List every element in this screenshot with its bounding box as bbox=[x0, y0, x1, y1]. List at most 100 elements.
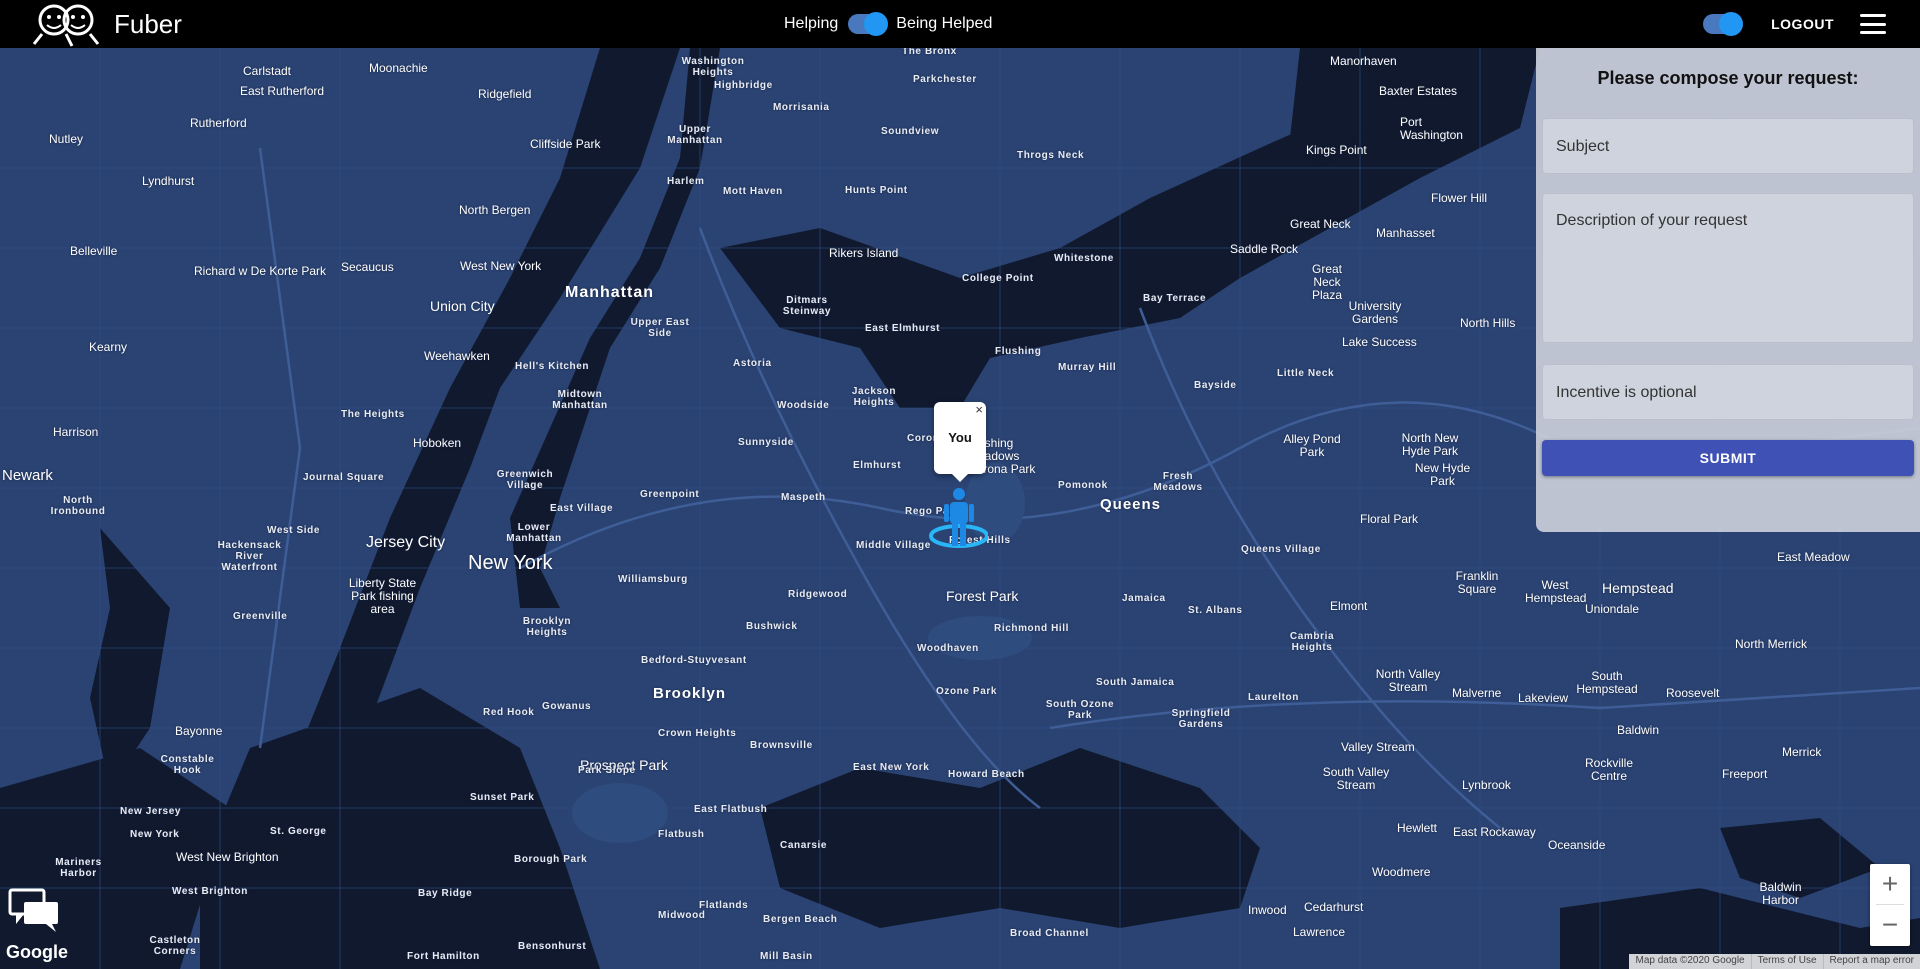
map-label: North Merrick bbox=[1735, 637, 1808, 651]
map-label: Queens bbox=[1100, 496, 1162, 513]
map-label: Newark bbox=[2, 467, 53, 484]
map-label: East Rutherford bbox=[240, 84, 325, 98]
map-label: South Jamaica bbox=[1096, 677, 1175, 688]
map-label: Greenpoint bbox=[640, 489, 700, 500]
map-label: Mariners Harbor bbox=[55, 857, 102, 879]
map-label: Red Hook bbox=[483, 707, 535, 718]
map-label: The Bronx bbox=[902, 48, 957, 57]
terms-link[interactable]: Terms of Use bbox=[1750, 954, 1823, 969]
map-label: Rutherford bbox=[190, 116, 247, 130]
map-label: Oceanside bbox=[1548, 838, 1606, 852]
map-label: Kings Point bbox=[1306, 143, 1367, 157]
map-label: Belleville bbox=[70, 244, 118, 258]
map-label: North New Hyde Park bbox=[1401, 431, 1459, 458]
map-label: Bayonne bbox=[175, 724, 223, 738]
menu-icon[interactable] bbox=[1860, 14, 1886, 34]
map-label: Little Neck bbox=[1277, 368, 1335, 379]
map-label: Bushwick bbox=[746, 621, 798, 632]
map-label: East Flatbush bbox=[694, 804, 768, 815]
map-label: South Hempstead bbox=[1576, 669, 1638, 696]
map-label: Jersey City bbox=[366, 534, 446, 551]
map-label: Bergen Beach bbox=[763, 914, 838, 925]
map-label: Weehawken bbox=[424, 349, 490, 363]
mode-toggle[interactable] bbox=[848, 12, 889, 36]
map-label: East Rockaway bbox=[1453, 825, 1536, 839]
subject-input[interactable]: Subject bbox=[1542, 118, 1914, 174]
close-icon[interactable]: × bbox=[975, 402, 983, 417]
map-label: Malverne bbox=[1452, 686, 1502, 700]
map-label: University Gardens bbox=[1348, 299, 1402, 326]
map-label: Flatbush bbox=[658, 829, 705, 840]
map-label: Kearny bbox=[89, 340, 128, 354]
map-label: Greenwich Village bbox=[496, 469, 554, 491]
map-label: Lynbrook bbox=[1462, 778, 1511, 792]
brand-logo[interactable]: Fuber bbox=[28, 0, 182, 48]
map-label: Moonachie bbox=[369, 61, 428, 75]
map-label: Baldwin bbox=[1617, 723, 1660, 737]
logout-button[interactable]: LOGOUT bbox=[1771, 16, 1834, 32]
helping-label: Helping bbox=[784, 15, 839, 32]
map-label: New York bbox=[468, 552, 553, 574]
map-label: East New York bbox=[853, 762, 930, 773]
map-label: Baxter Estates bbox=[1379, 84, 1458, 98]
map-label: West New York bbox=[460, 259, 542, 273]
map-label: Freeport bbox=[1722, 767, 1768, 781]
map-label: Washington Heights bbox=[681, 56, 745, 78]
header-actions: LOGOUT bbox=[1693, 0, 1920, 48]
description-textarea[interactable]: Description of your request bbox=[1542, 193, 1914, 343]
map-label: Parkchester bbox=[913, 74, 977, 85]
map-label: Elmont bbox=[1330, 599, 1368, 613]
map-label: Jamaica bbox=[1122, 593, 1166, 604]
report-error-link[interactable]: Report a map error bbox=[1822, 954, 1920, 969]
map-label: Springfield Gardens bbox=[1171, 708, 1231, 730]
map-label: Rockville Centre bbox=[1584, 756, 1633, 783]
map-attribution: Map data ©2020 Google Terms of Use Repor… bbox=[1629, 954, 1920, 969]
map-label: Floral Park bbox=[1360, 512, 1419, 526]
map-label: Maspeth bbox=[781, 492, 826, 503]
map-label: Hunts Point bbox=[845, 185, 908, 196]
map-label: Borough Park bbox=[514, 854, 588, 865]
map-label: Forest Park bbox=[946, 588, 1019, 604]
map-label: North Valley Stream bbox=[1375, 667, 1441, 694]
map-label: Harlem bbox=[667, 176, 705, 187]
map-label: St. George bbox=[270, 826, 327, 837]
map-label: Uniondale bbox=[1585, 602, 1640, 616]
map-label: Sunnyside bbox=[738, 437, 794, 448]
zoom-control: + − bbox=[1870, 864, 1910, 946]
chat-icon[interactable] bbox=[8, 888, 62, 934]
map-label: West New Brighton bbox=[176, 850, 279, 864]
brand-name: Fuber bbox=[114, 8, 182, 39]
map-label: Woodmere bbox=[1372, 865, 1431, 879]
map-label: New Jersey bbox=[120, 806, 182, 817]
map-label: Secaucus bbox=[341, 260, 394, 274]
map-label: Bensonhurst bbox=[518, 941, 587, 952]
map-label: Richard w De Korte Park bbox=[194, 264, 327, 278]
request-panel: Please compose your request: Subject Des… bbox=[1536, 48, 1920, 532]
google-logo: Google bbox=[6, 942, 68, 962]
map-label: Carlstadt bbox=[243, 64, 292, 78]
map-label: Williamsburg bbox=[618, 574, 688, 585]
map-label: Harrison bbox=[53, 425, 99, 439]
map-label: Liberty State Park fishing area bbox=[348, 576, 417, 616]
top-navbar: Fuber Helping Being Helped LOGOUT bbox=[0, 0, 1920, 48]
map-label: Bay Ridge bbox=[418, 888, 473, 899]
settings-toggle[interactable] bbox=[1703, 12, 1744, 36]
map-label: Midtown Manhattan bbox=[552, 389, 608, 411]
submit-button[interactable]: SUBMIT bbox=[1542, 440, 1914, 476]
map-label: Union City bbox=[430, 298, 495, 314]
map-label: North Ironbound bbox=[50, 495, 106, 517]
map-label: Constable Hook bbox=[160, 754, 215, 776]
zoom-out-icon[interactable]: − bbox=[1870, 905, 1910, 945]
incentive-input[interactable]: Incentive is optional bbox=[1542, 364, 1914, 420]
map-label: Lawrence bbox=[1293, 925, 1346, 939]
map-label: Crown Heights bbox=[658, 728, 737, 739]
map-label: Rikers Island bbox=[829, 246, 899, 260]
map-label: Fort Hamilton bbox=[407, 951, 480, 962]
zoom-in-icon[interactable]: + bbox=[1870, 864, 1910, 904]
map-label: Highbridge bbox=[714, 80, 773, 91]
map-label: Throgs Neck bbox=[1017, 150, 1085, 161]
map-label: Morrisania bbox=[773, 102, 830, 113]
map-label: Mill Basin bbox=[760, 951, 813, 962]
map-label: Hackensack River Waterfront bbox=[217, 540, 282, 573]
map-label: Lower Manhattan bbox=[506, 522, 562, 544]
